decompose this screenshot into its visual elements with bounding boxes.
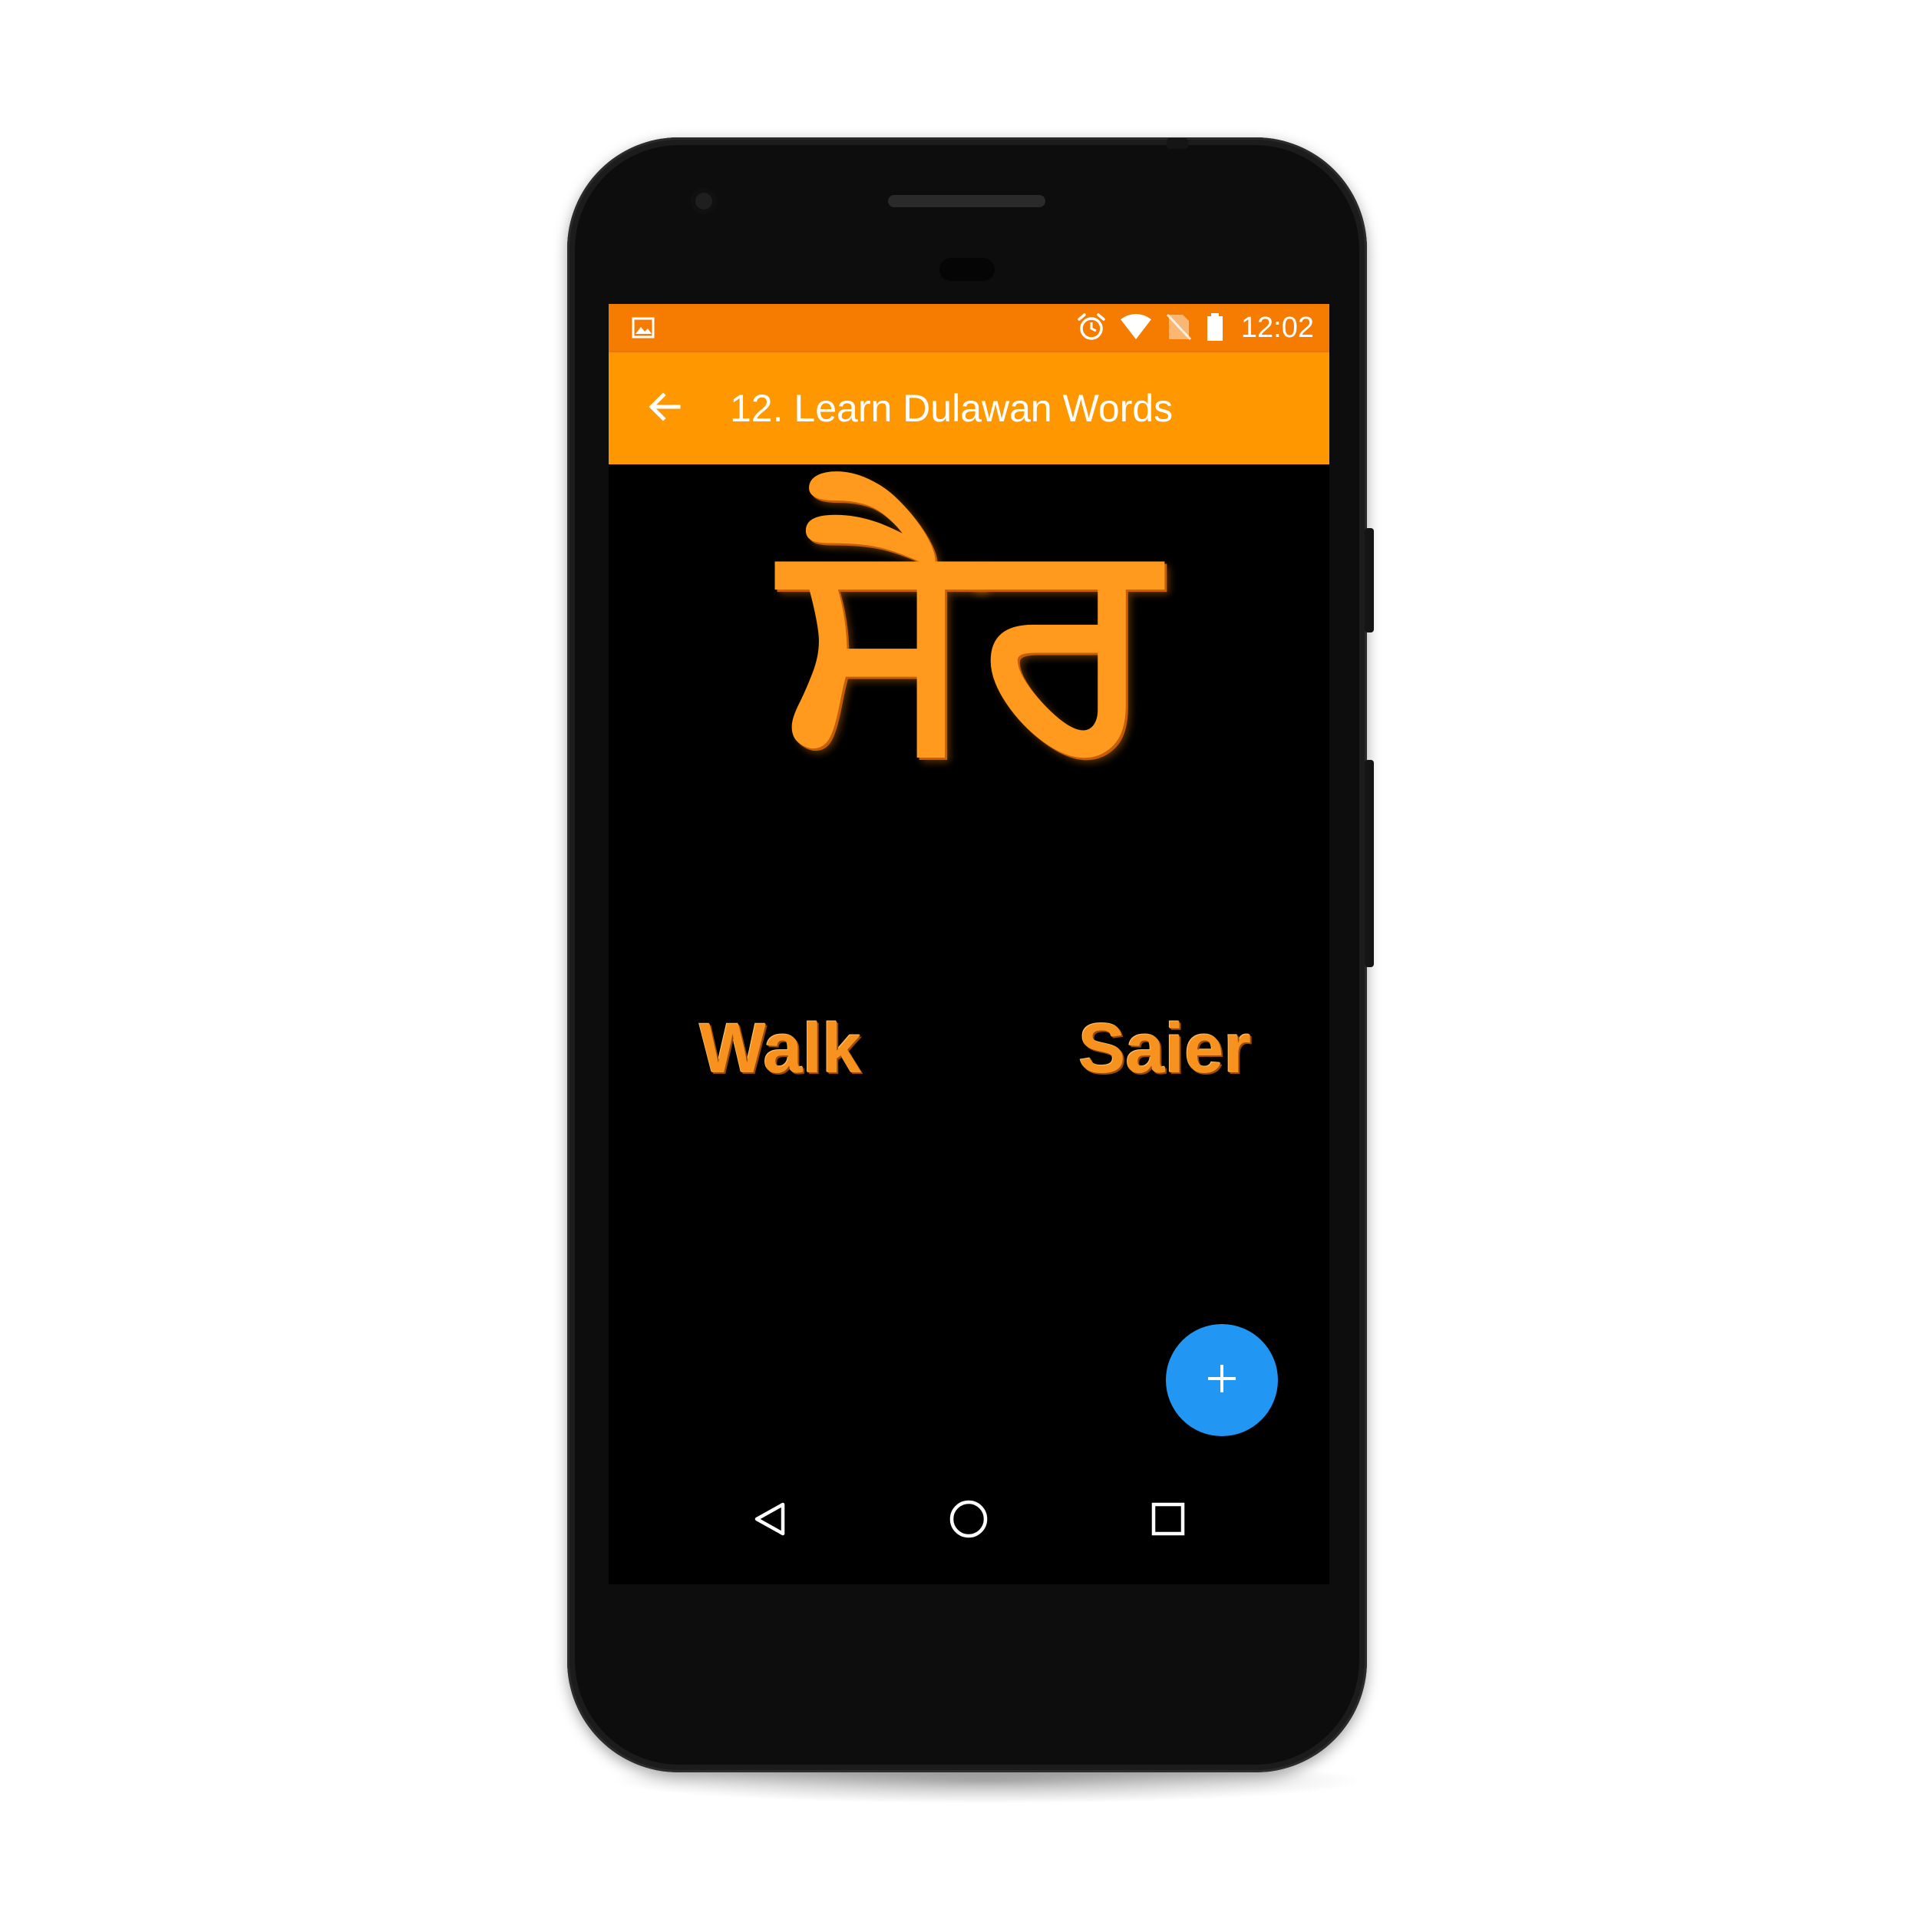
front-camera — [691, 188, 717, 214]
arrow-back-icon — [646, 388, 683, 428]
nav-home-button[interactable] — [934, 1486, 1003, 1555]
nav-back-button[interactable] — [735, 1486, 804, 1555]
earpiece-speaker — [888, 195, 1045, 207]
nav-recents-button[interactable] — [1134, 1486, 1203, 1555]
nav-back-icon — [751, 1500, 789, 1541]
wifi-icon — [1120, 313, 1152, 344]
app-toolbar: 12. Learn Dulawan Words — [609, 352, 1329, 464]
english-meaning-button[interactable]: Walk — [699, 1002, 861, 1095]
alarm-icon — [1077, 312, 1106, 345]
nav-recents-icon — [1151, 1501, 1186, 1540]
add-fab-button[interactable] — [1166, 1324, 1278, 1436]
no-sim-icon — [1166, 313, 1192, 344]
status-icons: 12:02 — [1077, 304, 1314, 352]
system-nav-bar — [609, 1455, 1329, 1584]
plus-icon — [1205, 1362, 1239, 1399]
pronunciation-button[interactable]: Saier — [1078, 1002, 1251, 1095]
power-key — [1365, 528, 1374, 632]
image-notification-icon — [632, 316, 655, 342]
page-title: 12. Learn Dulawan Words — [730, 387, 1174, 430]
top-notch — [1167, 138, 1188, 149]
battery-icon — [1206, 312, 1224, 345]
gurmukhi-word: ਸੈਰ — [781, 467, 1157, 807]
app-screen: 12:02 12. Learn Dulawan Words ਸੈਰ Walk S… — [609, 304, 1329, 1584]
device-mockup: 12:02 12. Learn Dulawan Words ਸੈਰ Walk S… — [0, 0, 1928, 1932]
volume-key — [1365, 760, 1374, 967]
status-bar: 12:02 — [609, 304, 1329, 352]
status-time: 12:02 — [1240, 312, 1314, 344]
back-button[interactable] — [641, 385, 688, 432]
nav-home-icon — [948, 1498, 989, 1543]
proximity-sensor — [939, 258, 995, 281]
